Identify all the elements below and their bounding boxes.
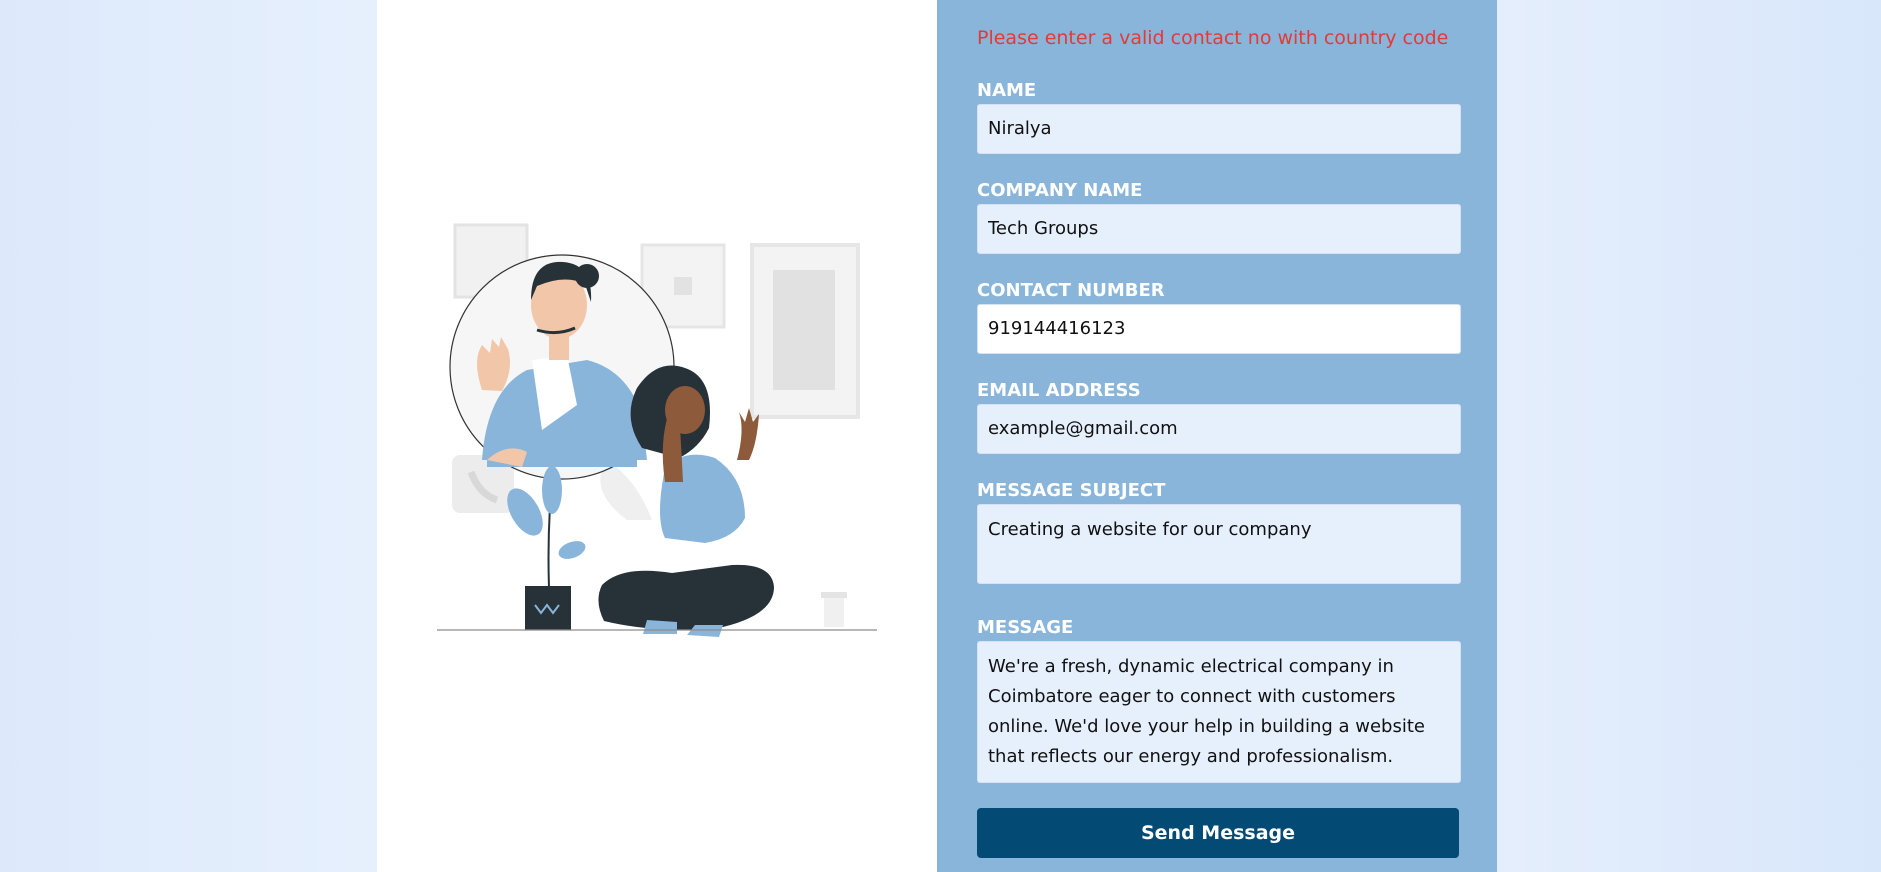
email-address-input[interactable] <box>977 404 1461 454</box>
customer-support-illustration <box>437 223 877 637</box>
send-message-button[interactable]: Send Message <box>977 808 1459 858</box>
illustration-panel <box>377 0 937 872</box>
contact-form: Please enter a valid contact no with cou… <box>937 0 1497 872</box>
contact-number-input[interactable] <box>977 304 1461 354</box>
name-input[interactable] <box>977 104 1461 154</box>
message-label: MESSAGE <box>977 617 1074 638</box>
message-input[interactable]: We're a fresh, dynamic electrical compan… <box>977 641 1461 783</box>
company-name-label: COMPANY NAME <box>977 180 1143 201</box>
email-address-label: EMAIL ADDRESS <box>977 380 1141 401</box>
contact-number-label: CONTACT NUMBER <box>977 280 1165 301</box>
name-label: NAME <box>977 80 1037 101</box>
message-subject-label: MESSAGE SUBJECT <box>977 480 1166 501</box>
company-name-input[interactable] <box>977 204 1461 254</box>
message-subject-input[interactable]: Creating a website for our company <box>977 504 1461 584</box>
contact-card: Please enter a valid contact no with cou… <box>377 0 1497 872</box>
validation-error-message: Please enter a valid contact no with cou… <box>977 27 1449 49</box>
